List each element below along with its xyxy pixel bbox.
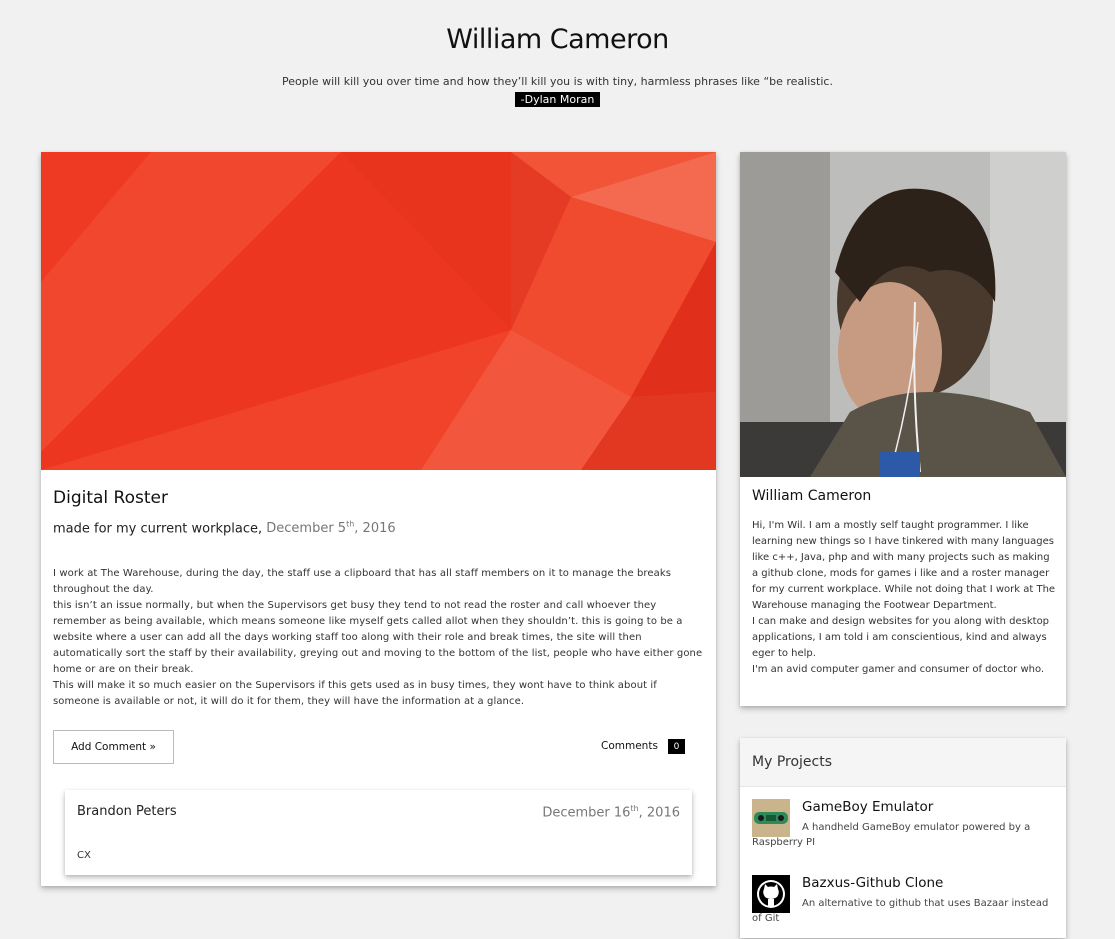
- project-description: A handheld GameBoy emulator powered by a…: [752, 822, 1031, 848]
- bio-paragraph: I'm an avid computer gamer and consumer …: [752, 664, 1045, 675]
- post-card: Digital Roster made for my current workp…: [41, 152, 716, 886]
- project-title[interactable]: GameBoy Emulator: [802, 799, 933, 815]
- profile-photo: [740, 152, 1066, 477]
- post-hero-image: [41, 152, 716, 470]
- profile-name: William Cameron: [752, 488, 872, 504]
- comment-card: Brandon Peters December 16th, 2016 CX: [65, 790, 692, 875]
- add-comment-button[interactable]: Add Comment »: [53, 730, 174, 764]
- project-item[interactable]: Bazxus-Github Clone An alternative to gi…: [740, 863, 1066, 939]
- bio-paragraph: I can make and design websites for you a…: [752, 616, 1050, 659]
- post-subtitle: made for my current workplace, December …: [53, 520, 396, 536]
- post-paragraph: this isn’t an issue normally, but when t…: [53, 600, 703, 675]
- post-paragraph: This will make it so much easier on the …: [53, 680, 657, 707]
- project-description: An alternative to github that uses Bazaa…: [752, 898, 1049, 924]
- projects-card: My Projects GameBoy Emulator A handheld …: [740, 738, 1066, 938]
- comment-date-year: , 2016: [638, 805, 680, 821]
- profile-card: William Cameron Hi, I'm Wil. I am a most…: [740, 152, 1066, 706]
- quote-author-badge: -Dylan Moran: [514, 92, 601, 107]
- profile-bio: Hi, I'm Wil. I am a mostly self taught p…: [752, 518, 1058, 678]
- project-item[interactable]: GameBoy Emulator A handheld GameBoy emul…: [740, 787, 1066, 863]
- project-title[interactable]: Bazxus-Github Clone: [802, 875, 943, 891]
- projects-heading: My Projects: [740, 738, 1066, 787]
- comment-date: December 16th, 2016: [542, 804, 680, 820]
- post-paragraph: I work at The Warehouse, during the day,…: [53, 568, 672, 595]
- page-header: William Cameron People will kill you ove…: [0, 0, 1115, 107]
- post-title: Digital Roster: [53, 488, 168, 508]
- comments-count-badge: 0: [668, 739, 685, 754]
- post-date: December 5th, 2016: [266, 520, 396, 537]
- post-body: I work at The Warehouse, during the day,…: [53, 566, 705, 710]
- post-date-day: December 5: [266, 521, 347, 537]
- comment-text: CX: [77, 850, 91, 861]
- comment-author: Brandon Peters: [77, 804, 177, 819]
- post-subtitle-text: made for my current workplace,: [53, 521, 263, 537]
- comments-label[interactable]: Comments: [601, 740, 658, 752]
- post-date-year: , 2016: [354, 521, 396, 537]
- comment-date-day: December 16: [542, 805, 631, 821]
- bio-paragraph: Hi, I'm Wil. I am a mostly self taught p…: [752, 520, 1056, 611]
- comment-date-suffix: th: [630, 804, 639, 813]
- site-title: William Cameron: [446, 24, 669, 55]
- header-quote: People will kill you over time and how t…: [282, 75, 833, 88]
